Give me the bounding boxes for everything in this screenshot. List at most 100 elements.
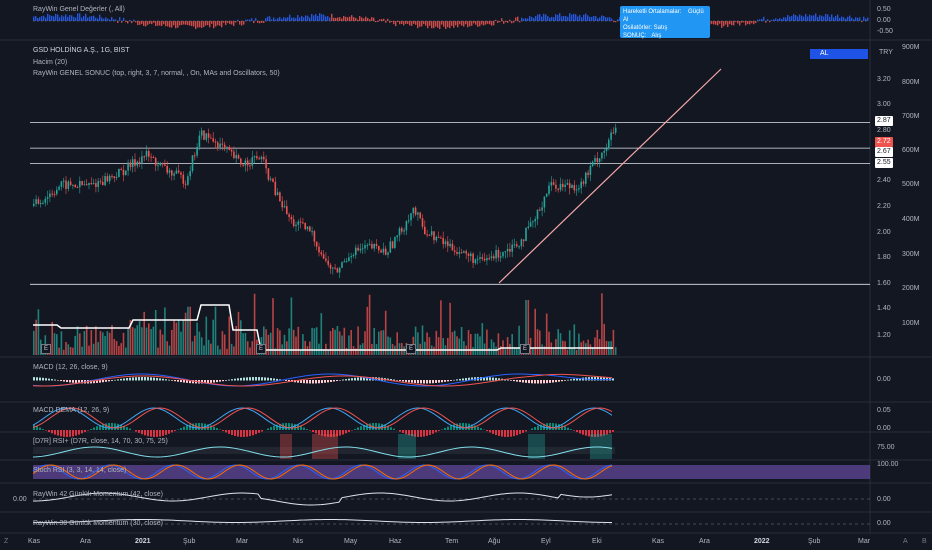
macd-dema-bar xyxy=(228,430,230,434)
volume-bar xyxy=(571,347,573,355)
macd-label[interactable]: MACD (12, 26, close, 9) xyxy=(33,364,108,371)
top-histogram-bar xyxy=(295,18,297,21)
volume-bar xyxy=(95,326,97,355)
volume-bar xyxy=(506,337,509,355)
chart-canvas[interactable] xyxy=(0,0,932,550)
earnings-badge-1[interactable]: E xyxy=(41,344,51,354)
candle-body xyxy=(152,157,155,159)
top-histogram-bar xyxy=(301,15,303,21)
candle-body xyxy=(263,156,265,160)
top-histogram-bar xyxy=(263,21,265,23)
momentum30-label[interactable]: RayWin 30 Günlük Momentum (30, close) xyxy=(33,520,163,527)
macd-histogram-bar xyxy=(246,377,248,381)
macd-histogram-bar xyxy=(36,377,38,381)
macd-dema-bar xyxy=(306,429,308,430)
top-histogram-bar xyxy=(723,21,725,27)
top-histogram-bar xyxy=(817,17,819,21)
volume-bar xyxy=(476,333,479,355)
earnings-badge-2[interactable]: E xyxy=(256,344,266,354)
macd-dema-bar xyxy=(357,427,359,430)
top-histogram-bar xyxy=(331,13,333,21)
top-histogram-bar xyxy=(419,21,421,27)
top-histogram-bar xyxy=(819,15,821,21)
candle-body xyxy=(463,251,465,253)
macd-dema-bar xyxy=(105,423,107,430)
candle-body xyxy=(380,250,382,253)
macd-histogram-bar xyxy=(276,378,278,381)
top-histogram-bar xyxy=(33,16,35,21)
top-histogram-bar xyxy=(251,18,253,21)
candle-body xyxy=(85,184,88,186)
macd-histogram-bar xyxy=(462,378,464,381)
volume-bar xyxy=(437,337,440,355)
volume-bar xyxy=(585,343,587,355)
top-histogram-bar xyxy=(787,14,789,21)
candle-body xyxy=(426,234,428,236)
volume-bar xyxy=(511,334,513,355)
corner-right-b[interactable]: B xyxy=(922,538,927,545)
macd-dema-bar xyxy=(165,430,167,435)
candle-body xyxy=(481,257,484,259)
top-histogram-bar xyxy=(359,15,361,21)
volume-bar xyxy=(364,331,366,355)
macd-dema-bar xyxy=(312,430,314,433)
volume-bar xyxy=(104,335,106,355)
earnings-badge-4[interactable]: E xyxy=(520,344,530,354)
macd-dema-bar xyxy=(552,423,554,430)
volume-bar xyxy=(228,316,231,355)
top-histogram-bar xyxy=(825,13,827,21)
candle-body xyxy=(205,133,208,140)
macd-dema-bar xyxy=(288,423,290,430)
volume-bar xyxy=(173,319,175,355)
top-histogram-bar xyxy=(729,21,731,25)
macd-dema-bar xyxy=(480,428,482,430)
candle-body xyxy=(460,252,463,254)
currency-label[interactable]: TRY xyxy=(879,49,893,56)
top-histogram-bar xyxy=(747,21,749,25)
volume-bar xyxy=(212,319,214,355)
top-histogram-bar xyxy=(737,21,739,24)
volume-axis-tick: 600M xyxy=(902,147,920,154)
top-histogram-bar xyxy=(365,16,367,21)
volume-bar xyxy=(276,328,279,355)
corner-right-a[interactable]: A xyxy=(903,538,908,545)
top-histogram-bar xyxy=(499,21,501,23)
price-tag-287: 2.87 xyxy=(875,116,893,126)
candle-body xyxy=(322,254,325,259)
stoch-axis: 100.00 xyxy=(877,461,899,468)
volume-bar xyxy=(166,341,168,355)
candle-body xyxy=(240,158,242,165)
candle-body xyxy=(502,252,504,257)
macd-dema-bar xyxy=(273,425,275,430)
momentum42-label[interactable]: RayWin 42 Günlük Momentum (42, close) xyxy=(33,491,163,498)
candle-body xyxy=(83,184,86,186)
top-histogram-bar xyxy=(327,16,329,21)
macd-histogram-bar xyxy=(75,380,77,384)
macd-dema-label[interactable]: MACD DEMA (12, 26, 9) xyxy=(33,407,109,414)
symbol-title[interactable]: GSD HOLDİNG A.Ş., 1G, BIST xyxy=(33,47,129,54)
candle-body xyxy=(488,258,490,260)
candle-body xyxy=(348,257,350,262)
corner-left-z[interactable]: Z xyxy=(4,538,8,545)
stoch-label[interactable]: Stoch RSI (3, 3, 14, 14, close) xyxy=(33,467,126,474)
volume-bar xyxy=(603,323,605,355)
sonuc-indicator-label[interactable]: RayWin GENEL SONUC (top, right, 3, 7, no… xyxy=(33,70,280,77)
top-histogram-bar xyxy=(449,21,451,29)
top-histogram-bar xyxy=(777,19,779,21)
candle-body xyxy=(251,157,254,166)
earnings-badge-3[interactable]: E xyxy=(406,344,416,354)
top-histogram-bar xyxy=(255,17,257,21)
rsi-label[interactable]: [D7R] RSI+ (D7R, close, 14, 70, 30, 75, … xyxy=(33,438,168,445)
top-histogram-bar xyxy=(733,21,735,26)
volume-bar xyxy=(90,330,93,355)
candle-body xyxy=(44,198,47,203)
candle-body xyxy=(433,231,435,241)
macd-dema-bar xyxy=(222,430,224,432)
volume-bar xyxy=(115,340,118,355)
macd-dema-bar xyxy=(486,430,488,432)
volume-indicator-label[interactable]: Hacim (20) xyxy=(33,59,67,66)
macd-dema-bar xyxy=(429,430,431,435)
top-histogram-bar xyxy=(539,14,541,21)
volume-axis-tick: 100M xyxy=(902,320,920,327)
macd-histogram-bar xyxy=(42,377,44,381)
